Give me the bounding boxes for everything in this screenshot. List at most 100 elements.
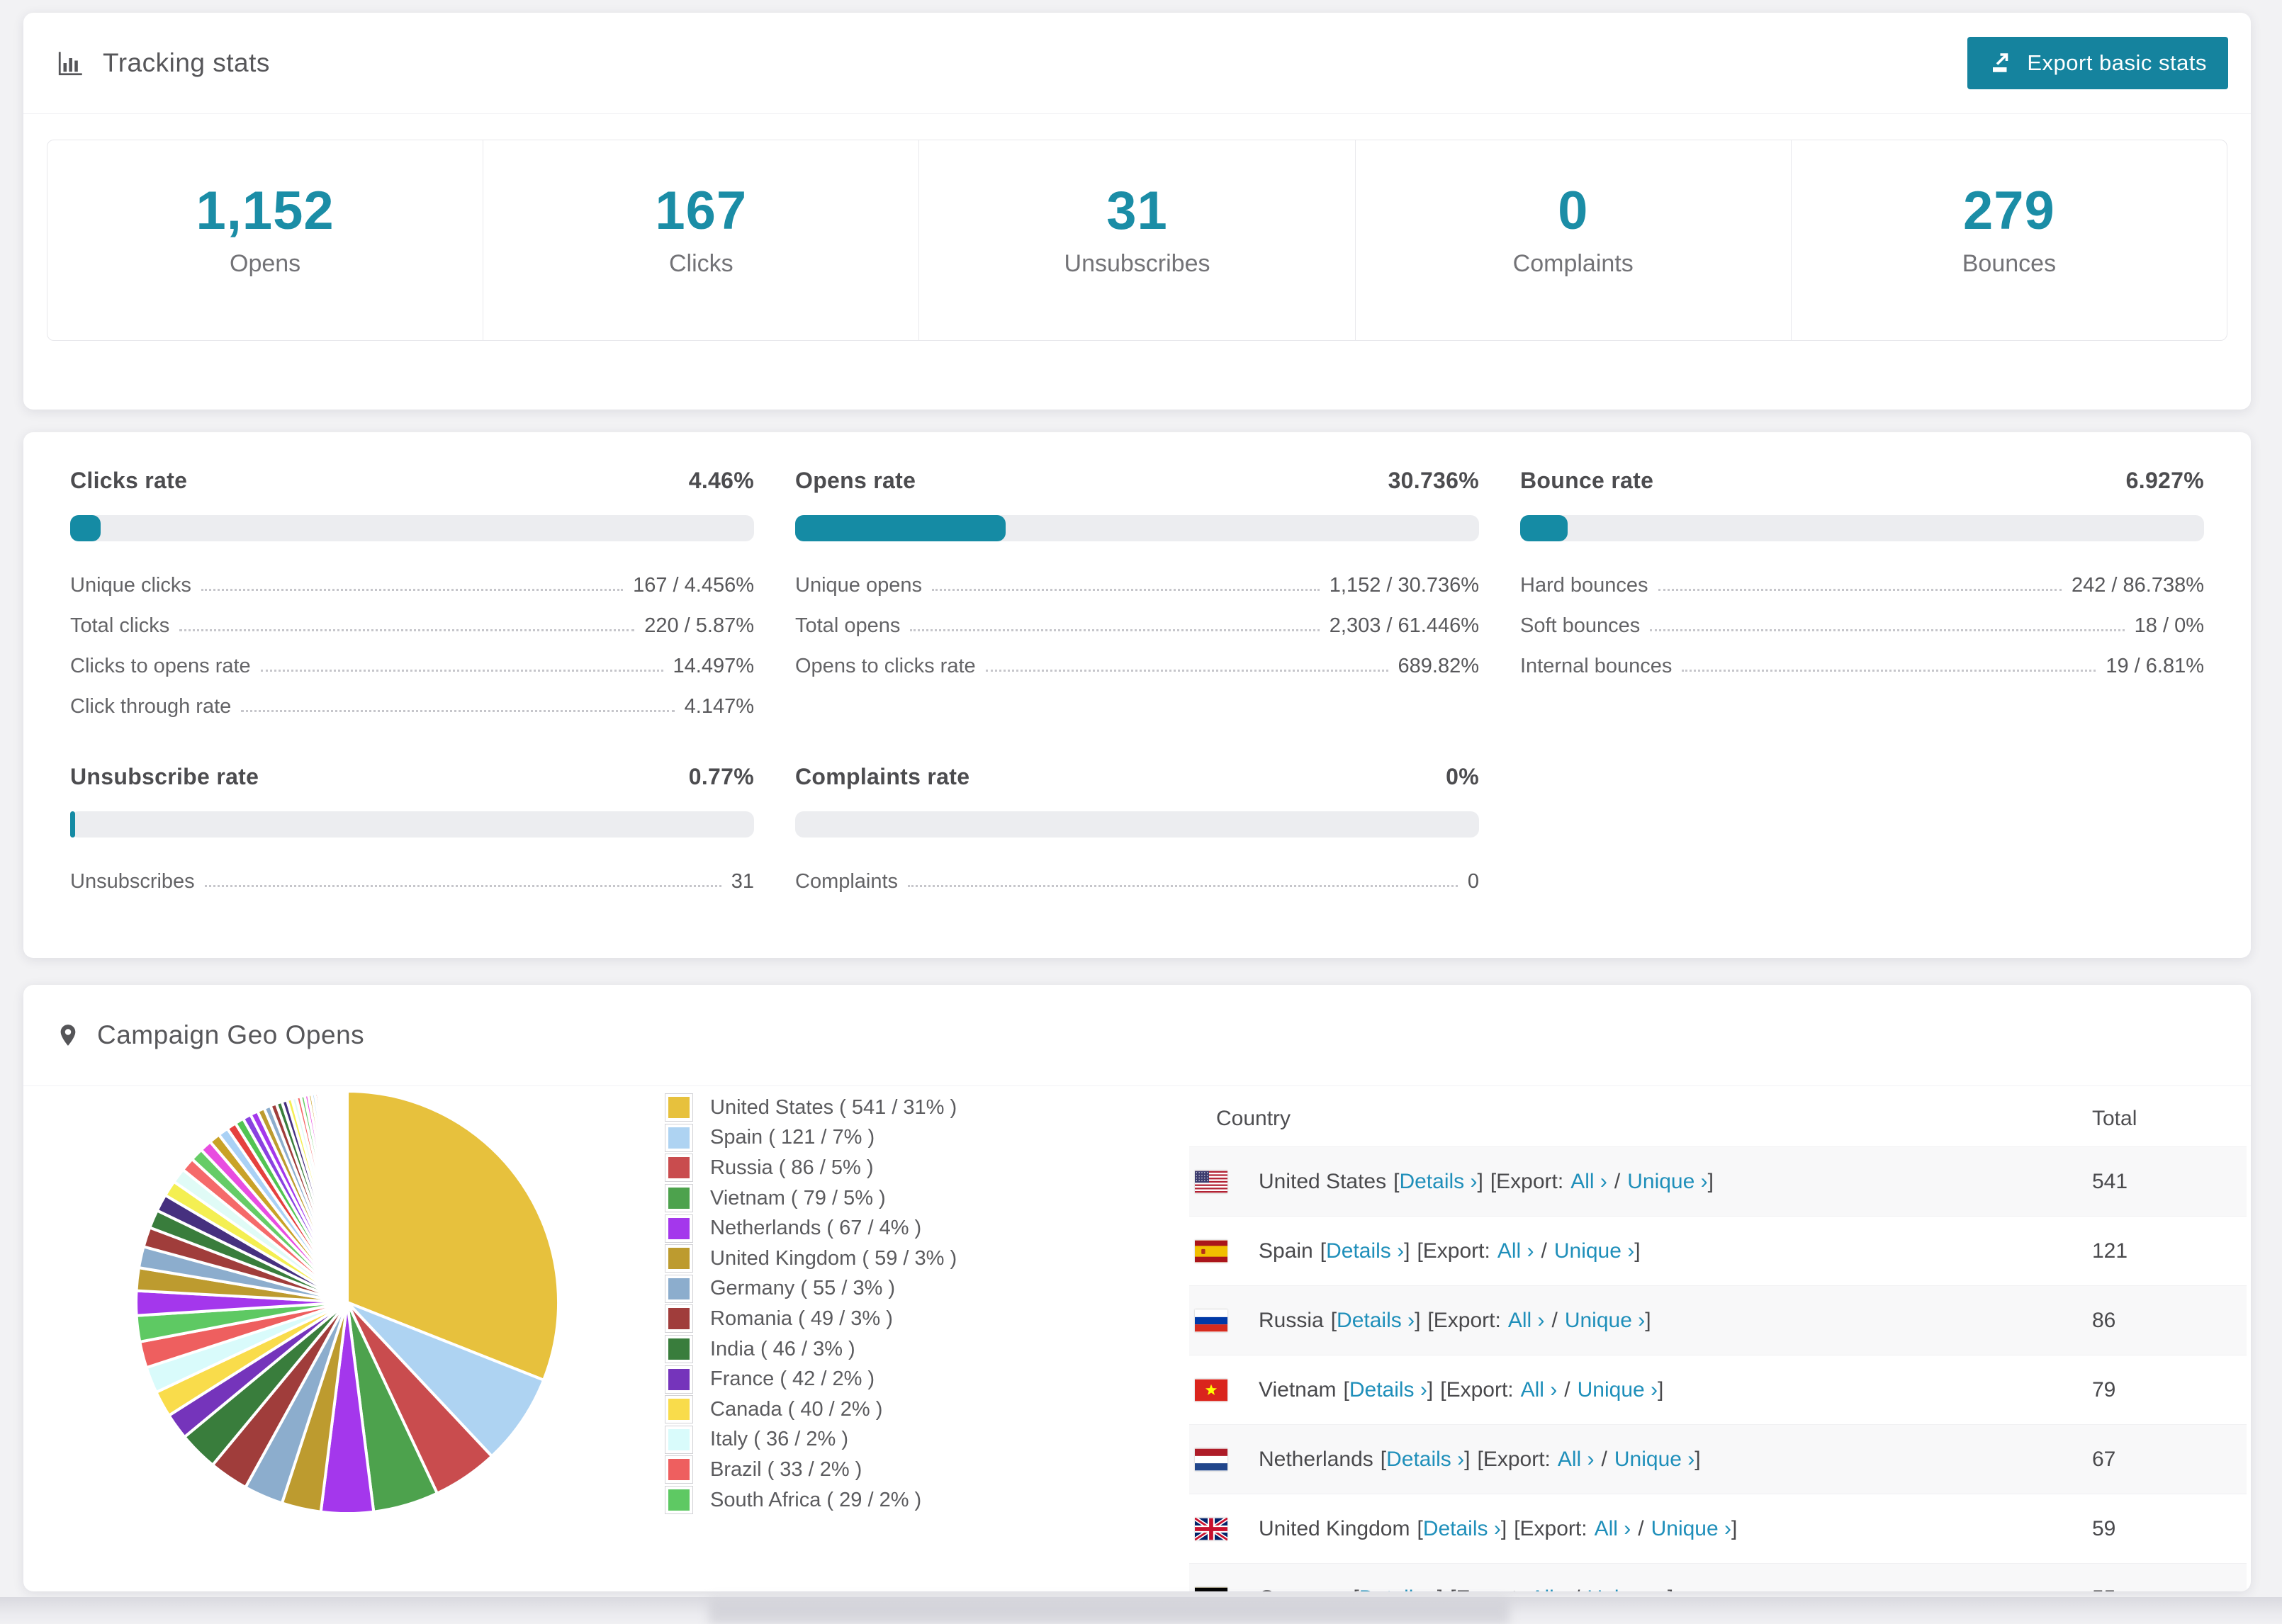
export-unique-link[interactable]: Unique ›	[1627, 1170, 1707, 1193]
details-link[interactable]: Details ›	[1337, 1309, 1415, 1332]
export-unique-link[interactable]: Unique ›	[1587, 1586, 1668, 1592]
rate-block: Unsubscribe rate 0.77% Unsubscribes 31	[70, 764, 754, 893]
export-unique-link[interactable]: Unique ›	[1651, 1517, 1731, 1540]
legend-label: Netherlands ( 67 / 4% )	[710, 1217, 922, 1240]
export-unique-link[interactable]: Unique ›	[1565, 1309, 1645, 1332]
country-name: Germany	[1259, 1586, 1346, 1592]
dotted-leader	[260, 670, 663, 672]
geo-legend: United States ( 541 / 31% ) Spain ( 121 /…	[665, 1093, 957, 1515]
export-all-link[interactable]: All ›	[1570, 1170, 1607, 1193]
dotted-leader	[204, 885, 721, 887]
export-all-link[interactable]: All ›	[1497, 1239, 1534, 1263]
dotted-leader	[1682, 670, 2096, 672]
summary-stat: 167 Clicks	[483, 140, 920, 340]
export-all-link[interactable]: All ›	[1530, 1586, 1567, 1592]
export-prefix: Export:	[1496, 1169, 1564, 1193]
legend-swatch	[665, 1184, 693, 1213]
country-flag	[1195, 1309, 1227, 1332]
export-unique-link[interactable]: Unique ›	[1554, 1239, 1634, 1263]
total-value: 55	[2092, 1586, 2247, 1592]
details-link[interactable]: Details ›	[1399, 1170, 1477, 1193]
detail-row: Click through rate 4.147%	[70, 678, 754, 718]
country-cell: Netherlands [Details ›] [Export: All › / Uniq…	[1259, 1447, 1701, 1471]
dotted-leader	[908, 885, 1458, 887]
geo-table-header: Country Total	[1189, 1091, 2247, 1146]
details-link[interactable]: Details ›	[1349, 1378, 1427, 1402]
detail-label: Soft bounces	[1520, 614, 1641, 637]
detail-label: Total clicks	[70, 614, 170, 637]
export-all-link[interactable]: All ›	[1558, 1448, 1595, 1471]
dotted-leader	[179, 629, 635, 631]
legend-item: Canada ( 40 / 2% )	[665, 1394, 957, 1425]
table-row: Germany[Details ›][Export:All ›/Unique ›…	[1189, 1563, 2247, 1591]
progress-bar	[70, 811, 754, 838]
legend-label: Italy ( 36 / 2% )	[710, 1428, 849, 1451]
detail-value: 2,303 / 61.446%	[1329, 614, 1479, 637]
detail-label: Hard bounces	[1520, 574, 1648, 597]
column-header-country: Country	[1216, 1107, 1291, 1130]
progress-bar	[1520, 515, 2204, 541]
summary-stat: 1,152 Opens	[47, 140, 484, 340]
progress-fill	[70, 515, 101, 541]
progress-bar	[70, 515, 754, 541]
export-prefix: Export:	[1519, 1516, 1587, 1540]
legend-item: Russia ( 86 / 5% )	[665, 1153, 957, 1183]
geo-opens-pie-chart[interactable]	[128, 1083, 567, 1522]
export-unique-link[interactable]: Unique ›	[1614, 1448, 1694, 1471]
total-value: 86	[2092, 1308, 2116, 1332]
rate-value: 6.927%	[2125, 468, 2204, 493]
stat-label: Unsubscribes	[1064, 250, 1210, 277]
legend-label: Spain ( 121 / 7% )	[710, 1126, 875, 1149]
geo-opens-card: Campaign Geo Opens United States ( 541 /…	[23, 985, 2251, 1591]
summary-stat: 31 Unsubscribes	[919, 140, 1356, 340]
details-link[interactable]: Details ›	[1326, 1239, 1404, 1263]
legend-item: Germany ( 55 / 3% )	[665, 1274, 957, 1304]
legend-swatch	[665, 1154, 693, 1183]
legend-label: United Kingdom ( 59 / 3% )	[710, 1246, 957, 1270]
rate-title: Complaints rate	[795, 764, 970, 789]
rate-value: 0.77%	[688, 764, 754, 789]
rate-title: Clicks rate	[70, 468, 188, 493]
detail-label: Internal bounces	[1520, 655, 1673, 677]
total-value: 121	[2092, 1239, 2128, 1263]
rate-block: Opens rate 30.736% Unique opens 1,152 / …	[795, 468, 1479, 718]
rates-grid: Clicks rate 4.46% Unique clicks 167 / 4.…	[70, 468, 2204, 893]
country-flag	[1195, 1240, 1227, 1263]
legend-swatch	[665, 1395, 693, 1424]
country-cell: Germany[Details ›][Export:All ›/Unique ›…	[1259, 1586, 2092, 1592]
details-link[interactable]: Details ›	[1359, 1586, 1437, 1592]
detail-row: Unique clicks 167 / 4.456%	[70, 557, 754, 597]
dotted-leader	[910, 629, 1320, 631]
legend-label: Brazil ( 33 / 2% )	[710, 1457, 862, 1481]
rate-block: Complaints rate 0% Complaints 0	[795, 764, 1479, 893]
geo-table: Country Total United States [Details ›] [E…	[1189, 1091, 2247, 1591]
export-all-link[interactable]: All ›	[1595, 1517, 1631, 1540]
tracking-stats-card: Tracking stats Export basic stats 1,152 …	[23, 13, 2251, 410]
legend-swatch	[665, 1365, 693, 1394]
export-basic-stats-button[interactable]: Export basic stats	[1967, 37, 2228, 89]
country-name: Vietnam	[1259, 1377, 1337, 1402]
table-row: United States [Details ›] [Export: All › / Un…	[1189, 1146, 2247, 1216]
legend-item: South Africa ( 29 / 2% )	[665, 1485, 957, 1516]
detail-label: Clicks to opens rate	[70, 655, 251, 677]
dotted-leader	[985, 670, 1388, 672]
detail-value: 18 / 0%	[2134, 614, 2204, 637]
export-all-link[interactable]: All ›	[1521, 1378, 1558, 1402]
legend-item: United States ( 541 / 31% )	[665, 1093, 957, 1123]
country-cell: Russia [Details ›] [Export: All › / Unique ›]	[1259, 1308, 1651, 1332]
detail-row: Internal bounces 19 / 6.81%	[1520, 638, 2204, 678]
stat-value: 0	[1558, 181, 1589, 241]
detail-value: 14.497%	[673, 655, 755, 677]
total-value: 541	[2092, 1169, 2128, 1193]
export-all-link[interactable]: All ›	[1508, 1309, 1545, 1332]
legend-item: Italy ( 36 / 2% )	[665, 1425, 957, 1455]
table-row: United Kingdom [Details ›] [Export: All › / U…	[1189, 1494, 2247, 1563]
detail-label: Opens to clicks rate	[795, 655, 976, 677]
details-link[interactable]: Details ›	[1423, 1517, 1501, 1540]
export-unique-link[interactable]: Unique ›	[1578, 1378, 1658, 1402]
legend-label: Russia ( 86 / 5% )	[710, 1156, 874, 1179]
legend-label: Germany ( 55 / 3% )	[710, 1277, 896, 1300]
details-link[interactable]: Details ›	[1386, 1448, 1464, 1471]
detail-row: Unsubscribes 31	[70, 853, 754, 893]
dotted-leader	[241, 710, 675, 712]
